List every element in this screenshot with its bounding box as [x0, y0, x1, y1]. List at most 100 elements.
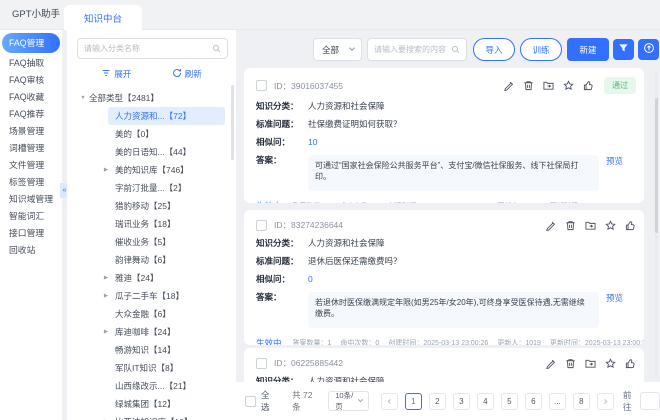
train-button[interactable]: 训练	[520, 38, 562, 61]
similar-count[interactable]: 0	[308, 274, 313, 285]
page-size-select[interactable]: 10条/页	[328, 391, 369, 411]
sidebar-item-slot-manage[interactable]: 词槽管理	[0, 140, 62, 157]
caret-right-icon[interactable]: ▶	[101, 413, 111, 420]
tree-node[interactable]: ▶ 瓜子二手车【18】	[67, 287, 236, 305]
update-time: 更新时间：2025-03-13 23:00:26	[549, 340, 644, 345]
sidebar-item-domain-manage[interactable]: 知识域管理	[0, 191, 62, 208]
category-value: 人力资源和社会保障	[308, 238, 385, 248]
tree-node-all-types[interactable]: ▼ 全部类型【2481】	[67, 89, 236, 107]
page-button[interactable]: 1	[404, 392, 422, 410]
prev-page-icon[interactable]	[380, 392, 398, 410]
sidebar-item-faq-manage[interactable]: FAQ管理	[2, 33, 60, 53]
tree-node[interactable]: ▶ 美的知识库【746】	[67, 161, 236, 179]
category-tree-panel: 展开 刷新 ▼全部类型【2481】 人力资源和...【72】 美的【0】 美的日…	[67, 30, 236, 420]
goto-page-input[interactable]	[640, 392, 660, 410]
tab-gpt-assistant[interactable]: GPT小助手	[12, 0, 60, 30]
tree-node[interactable]: 畅游知识【14】	[67, 341, 236, 359]
tree-node[interactable]: 韵律舞动【6】	[67, 251, 236, 269]
tab-knowledge-center[interactable]: 知识中台	[64, 5, 142, 30]
sidebar-item-recycle-bin[interactable]: 回收站	[0, 242, 62, 259]
row-checkbox[interactable]	[256, 219, 267, 231]
thumbs-up-icon[interactable]	[625, 220, 636, 231]
effective-status[interactable]: 生效中	[256, 337, 282, 345]
tree-node[interactable]: ▶ 雅迪【24】	[67, 269, 236, 287]
answer-text: 可通过“国家社会保险公共服务平台”、支付宝/微信社保服务、线下社保局打印。	[308, 155, 599, 191]
sidebar-item-scene-manage[interactable]: 场景管理	[0, 123, 62, 140]
hit-count: 命中次数：0	[340, 340, 380, 345]
content-search-input[interactable]	[374, 45, 451, 54]
export-button[interactable]	[638, 39, 659, 60]
next-page-icon[interactable]	[596, 392, 614, 410]
category-value: 人力资源和社会保障	[308, 101, 385, 111]
thumbs-up-icon[interactable]	[625, 358, 636, 369]
tree-node[interactable]: ▶ 库迪咖啡【24】	[67, 323, 236, 341]
page-button[interactable]: 8	[572, 392, 590, 410]
page-button[interactable]: 2	[428, 392, 446, 410]
page-button[interactable]: 4	[476, 392, 494, 410]
preview-link[interactable]: 预览	[606, 292, 632, 328]
tree-node[interactable]: 美的日语知...【44】	[67, 143, 236, 161]
faq-id: ID：39016037455	[274, 80, 344, 91]
edit-icon[interactable]	[545, 358, 556, 369]
tree-node[interactable]: ▶比亚迪知识库【18】	[67, 413, 236, 420]
sidebar-item-faq-extract[interactable]: FAQ抽取	[0, 55, 62, 72]
favorite-star-icon[interactable]	[605, 357, 616, 369]
delete-icon[interactable]	[523, 80, 534, 91]
row-checkbox[interactable]	[256, 357, 267, 369]
caret-right-icon[interactable]: ▶	[101, 323, 111, 341]
category-search-input[interactable]	[84, 44, 212, 53]
filter-button[interactable]	[613, 39, 634, 60]
edit-icon[interactable]	[503, 80, 514, 91]
tree-node[interactable]: 军队IT知识【8】	[67, 359, 236, 377]
category-tree: ▼ 全部类型【2481】 人力资源和...【72】 美的【0】 美的日语知...【…	[67, 89, 236, 420]
page-button[interactable]: 6	[524, 392, 542, 410]
delete-icon[interactable]	[565, 358, 576, 369]
select-all-checkbox[interactable]	[245, 395, 256, 407]
tree-node-hr-social-selected[interactable]: 人力资源和...【72】	[108, 107, 225, 125]
import-button[interactable]: 导入	[473, 38, 515, 61]
row-checkbox[interactable]	[256, 80, 267, 91]
move-folder-icon[interactable]	[585, 358, 596, 369]
refresh-icon	[172, 68, 182, 80]
move-folder-icon[interactable]	[585, 220, 596, 231]
tree-node[interactable]: 猎豹移动【25】	[67, 197, 236, 215]
scrollbar-thumb[interactable]	[655, 98, 658, 233]
move-folder-icon[interactable]	[543, 80, 554, 91]
refresh-button[interactable]: 刷新	[172, 68, 202, 80]
edit-icon[interactable]	[545, 220, 556, 231]
sidebar-item-faq-review[interactable]: FAQ审核	[0, 72, 62, 89]
sidebar-item-smart-vocab[interactable]: 智能词汇	[0, 208, 62, 225]
sidebar-item-faq-recommend[interactable]: FAQ推荐	[0, 106, 62, 123]
page-button[interactable]: 5	[500, 392, 518, 410]
tree-scrollbar[interactable]	[231, 85, 234, 160]
effective-status[interactable]: 生效中	[256, 200, 282, 203]
thumbs-up-icon[interactable]	[583, 80, 594, 91]
tree-node[interactable]: 字前汀批量...【2】	[67, 179, 236, 197]
more-pages-button[interactable]: ...	[548, 392, 566, 410]
sidebar-item-api-manage[interactable]: 接口管理	[0, 225, 62, 242]
tree-node[interactable]: 大众金融【6】	[67, 305, 236, 323]
preview-link[interactable]: 预览	[606, 155, 632, 191]
caret-right-icon[interactable]: ▶	[101, 161, 111, 179]
caret-right-icon[interactable]: ▶	[101, 269, 111, 287]
tree-node[interactable]: 山西缘改示...【21】	[67, 377, 236, 395]
page-button[interactable]: 3	[452, 392, 470, 410]
caret-down-icon[interactable]: ▼	[78, 89, 88, 107]
card-header: ID：06225885442	[244, 348, 644, 369]
favorite-star-icon[interactable]	[563, 80, 574, 91]
delete-icon[interactable]	[565, 220, 576, 231]
similar-count[interactable]: 10	[308, 137, 317, 148]
expand-all-button[interactable]: 展开	[101, 68, 131, 80]
tree-node[interactable]: 绿城集团【12】	[67, 395, 236, 413]
sidebar-item-tag-manage[interactable]: 标签管理	[0, 174, 62, 191]
tree-node[interactable]: 催收业务【5】	[67, 233, 236, 251]
caret-right-icon[interactable]: ▶	[101, 287, 111, 305]
create-button[interactable]: 新建	[567, 38, 609, 61]
favorite-star-icon[interactable]	[605, 219, 616, 231]
sidebar-item-file-manage[interactable]: 文件管理	[0, 157, 62, 174]
sidebar-item-faq-favorite[interactable]: FAQ收藏	[0, 89, 62, 106]
tree-node[interactable]: 美的【0】	[67, 125, 236, 143]
scope-select[interactable]: 全部	[313, 38, 362, 61]
question-value: 退休后医保还需缴费吗？	[308, 256, 402, 266]
tree-node[interactable]: 瑞讯业务【18】	[67, 215, 236, 233]
